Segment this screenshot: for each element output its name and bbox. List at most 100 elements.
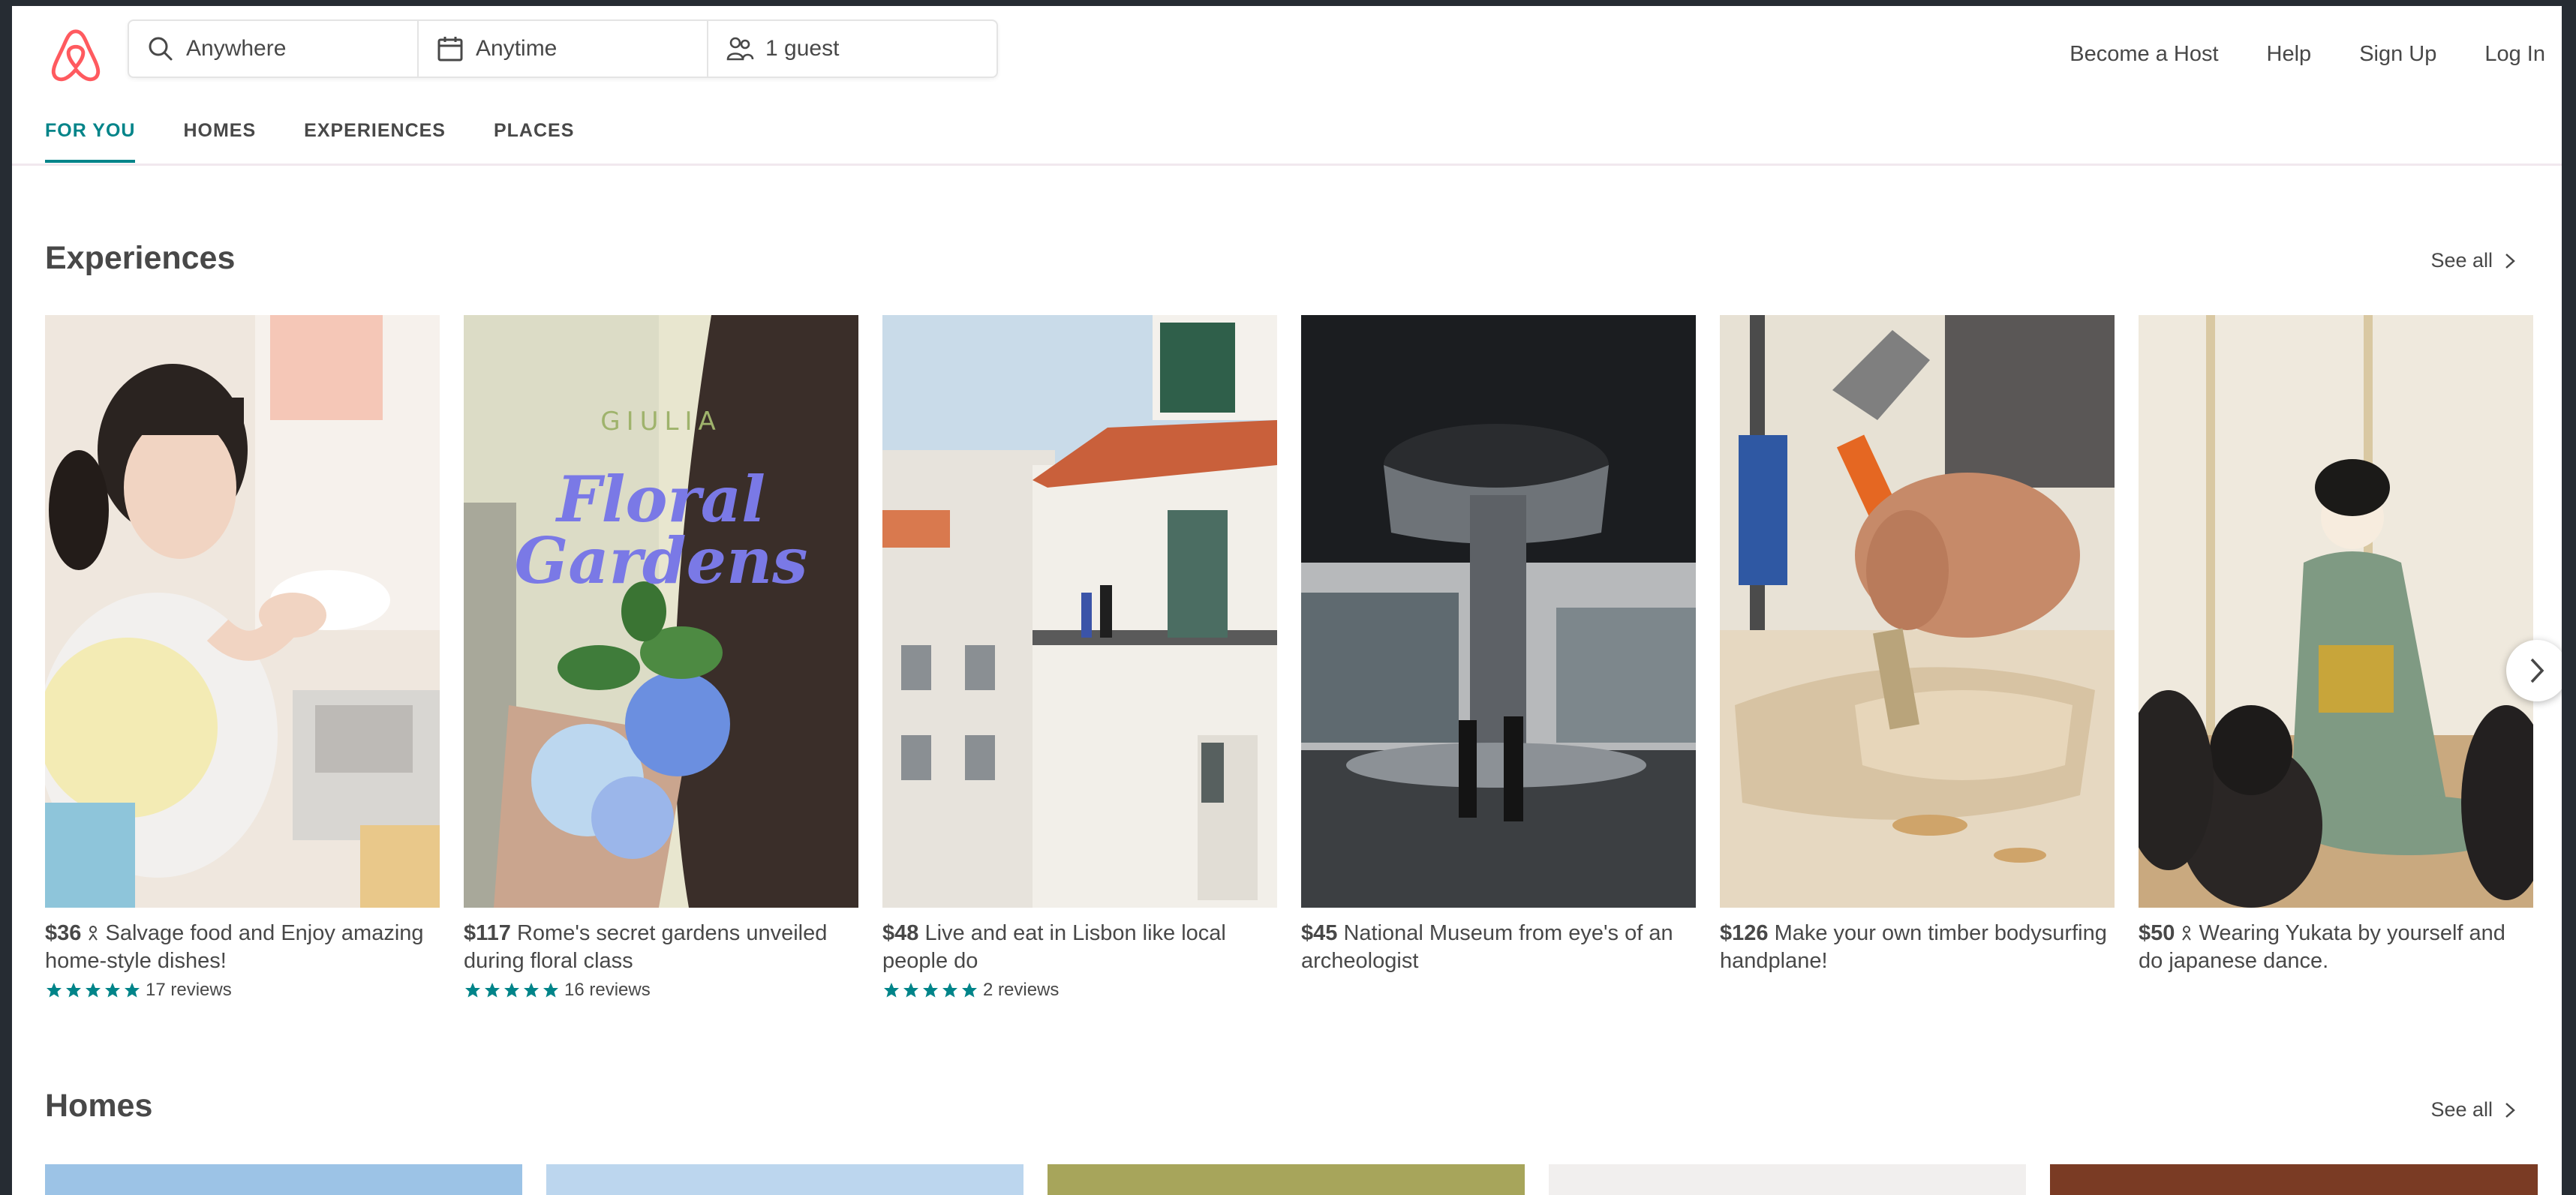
experience-card[interactable]: $36 Salvage food and Enjoy amazing home-… <box>45 315 440 1001</box>
review-count: 17 reviews <box>146 980 232 1000</box>
homes-see-all[interactable]: See all <box>2430 1098 2517 1121</box>
experience-title: Make your own timber bodysurfing handpla… <box>1720 921 2107 973</box>
experience-rating: 16 reviews <box>464 980 858 1001</box>
location-field[interactable]: Anywhere <box>129 21 419 77</box>
photo-lisbon-balcony <box>882 315 1277 908</box>
chevron-right-icon <box>2505 253 2515 269</box>
sign-up-link[interactable]: Sign Up <box>2359 42 2436 67</box>
experience-card[interactable]: $126 Make your own timber bodysurfing ha… <box>1720 315 2115 975</box>
top-bar: Anywhere Anytime 1 guest Become a Host H… <box>12 6 2562 98</box>
star-icon <box>125 983 140 998</box>
guests-icon <box>726 37 754 61</box>
star-icon <box>485 983 500 998</box>
guests-field[interactable]: 1 guest <box>708 21 996 77</box>
experience-photo[interactable] <box>1720 315 2115 908</box>
overlay-title-line-2: Gardens <box>514 524 808 598</box>
see-all-label: See all <box>2430 1098 2493 1121</box>
guests-value: 1 guest <box>765 36 840 61</box>
experience-price: $50 <box>2139 921 2175 945</box>
photo-museum-fountain <box>1301 315 1696 908</box>
header-divider <box>12 164 2562 166</box>
experience-card[interactable]: $50 Wearing Yukata by yourself and do ja… <box>2139 315 2533 975</box>
experience-caption: $48 Live and eat in Lisbon like local pe… <box>882 920 1277 975</box>
experience-price: $48 <box>882 921 919 945</box>
star-icon <box>66 983 81 998</box>
experiences-see-all[interactable]: See all <box>2430 249 2517 272</box>
carousel-next-button[interactable] <box>2506 640 2562 701</box>
star-icon <box>903 983 918 998</box>
star-icon <box>524 983 539 998</box>
experience-photo[interactable] <box>882 315 1277 908</box>
airbnb-logo-icon[interactable] <box>45 24 107 86</box>
photo-woodworking <box>1720 315 2115 908</box>
star-rating <box>464 981 560 999</box>
experience-price: $126 <box>1720 921 1769 945</box>
star-icon <box>962 983 977 998</box>
dates-field[interactable]: Anytime <box>419 21 708 77</box>
experience-caption: $45 National Museum from eye's of an arc… <box>1301 920 1696 975</box>
experience-card[interactable]: GIULIA Floral Gardens $117 Rome's secret… <box>464 315 858 1001</box>
category-tabs: FOR YOU HOMES EXPERIENCES PLACES <box>45 120 574 163</box>
experience-price: $117 <box>464 921 511 945</box>
experience-card[interactable]: $45 National Museum from eye's of an arc… <box>1301 315 1696 975</box>
chevron-right-icon <box>2530 658 2544 683</box>
tab-for-you[interactable]: FOR YOU <box>45 120 136 163</box>
experience-title: National Museum from eye's of an archeol… <box>1301 921 1673 973</box>
host-icon <box>2182 926 2192 941</box>
experience-photo[interactable] <box>2139 315 2533 908</box>
star-icon <box>105 983 120 998</box>
browser-window: Anywhere Anytime 1 guest Become a Host H… <box>12 6 2562 1195</box>
tab-experiences[interactable]: EXPERIENCES <box>304 120 446 163</box>
star-icon <box>543 983 558 998</box>
review-count: 16 reviews <box>564 980 651 1000</box>
chevron-right-icon <box>2505 1102 2515 1118</box>
star-icon <box>923 983 938 998</box>
star-icon <box>884 983 899 998</box>
log-in-link[interactable]: Log In <box>2484 42 2545 67</box>
star-rating <box>882 981 978 999</box>
experience-rating: 17 reviews <box>45 980 440 1001</box>
experience-rating: 2 reviews <box>882 980 1277 1001</box>
home-card-photo[interactable] <box>45 1164 522 1195</box>
experience-photo[interactable]: GIULIA Floral Gardens <box>464 315 858 908</box>
header-nav: Become a Host Help Sign Up Log In <box>2070 42 2545 67</box>
location-value: Anywhere <box>186 36 287 61</box>
photo-floral-gardens <box>464 315 858 908</box>
see-all-label: See all <box>2430 249 2493 272</box>
review-count: 2 reviews <box>983 980 1060 1000</box>
photo-woman-shopping <box>45 315 440 908</box>
experience-title: Salvage food and Enjoy amazing home-styl… <box>45 921 424 973</box>
experience-card[interactable]: $48 Live and eat in Lisbon like local pe… <box>882 315 1277 1001</box>
experience-photo[interactable] <box>45 315 440 908</box>
experience-photo[interactable] <box>1301 315 1696 908</box>
tab-places[interactable]: PLACES <box>494 120 574 163</box>
help-link[interactable]: Help <box>2267 42 2312 67</box>
star-icon <box>504 983 519 998</box>
star-icon <box>942 983 957 998</box>
experiences-title: Experiences <box>45 240 236 276</box>
experience-price: $36 <box>45 921 82 945</box>
star-icon <box>47 983 62 998</box>
search-icon <box>149 37 173 61</box>
experience-caption: $126 Make your own timber bodysurfing ha… <box>1720 920 2115 975</box>
become-host-link[interactable]: Become a Host <box>2070 42 2218 67</box>
homes-title: Homes <box>45 1088 153 1124</box>
experience-title: Live and eat in Lisbon like local people… <box>882 921 1226 973</box>
home-card-photo[interactable] <box>1048 1164 1525 1195</box>
star-rating <box>45 981 141 999</box>
photo-japanese-dance <box>2139 315 2533 908</box>
dates-value: Anytime <box>476 36 558 61</box>
home-card-photo[interactable] <box>546 1164 1023 1195</box>
experience-title: Wearing Yukata by yourself and do japane… <box>2139 921 2505 973</box>
star-icon <box>86 983 101 998</box>
calendar-icon <box>437 37 463 62</box>
search-bar: Anywhere Anytime 1 guest <box>128 20 998 78</box>
experience-caption: $50 Wearing Yukata by yourself and do ja… <box>2139 920 2533 975</box>
experience-title: Rome's secret gardens unveiled during fl… <box>464 921 828 973</box>
host-icon <box>89 926 98 941</box>
overlay-host-name: GIULIA <box>600 407 722 437</box>
home-card-photo[interactable] <box>1549 1164 2026 1195</box>
home-card-photo[interactable] <box>2050 1164 2538 1195</box>
tab-homes[interactable]: HOMES <box>183 120 256 163</box>
star-icon <box>465 983 480 998</box>
